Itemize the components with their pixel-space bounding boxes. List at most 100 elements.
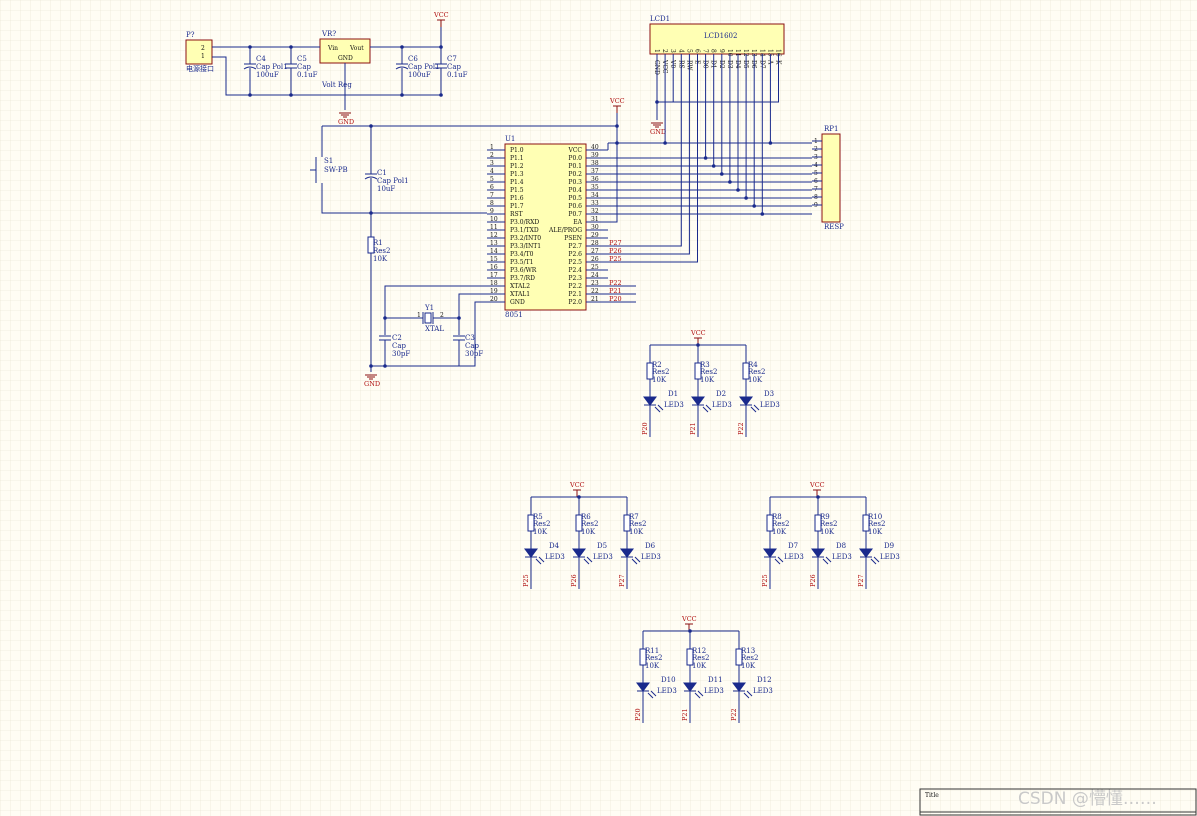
led-net-label: P26 [809, 574, 817, 587]
led-type: LED3 [545, 553, 565, 561]
mcu-pin-number: 7 [490, 192, 494, 199]
mcu-pin-name: P3.5/T1 [510, 259, 533, 266]
capacitor-value: 0.1uF [297, 71, 318, 79]
led-resistor-type: Res2 [652, 368, 669, 376]
capacitor-value: 0.1uF [447, 71, 468, 79]
mcu-pin-number: 17 [490, 272, 498, 279]
junction-dot [703, 156, 708, 160]
power-connector-pin: 1 [201, 53, 205, 60]
mcu-pin-name: EA [573, 219, 582, 226]
junction-dot [439, 93, 443, 97]
grid-background [0, 0, 1197, 816]
capacitor-type: Cap Pol1 [256, 63, 288, 71]
mcu-pin-number: 10 [490, 216, 498, 223]
junction-dot [744, 196, 748, 200]
mcu-pin-number: 39 [591, 152, 599, 159]
power-connector-pin: 2 [201, 45, 205, 52]
led-type: LED3 [784, 553, 804, 561]
mcu-pin-number: 22 [591, 288, 599, 295]
led-net-label: P27 [618, 574, 626, 587]
led-net-label: P22 [737, 422, 745, 435]
led-resistor-type: Res2 [772, 520, 789, 528]
mcu-pin-name: P2.1 [568, 291, 582, 298]
regulator-name: Volt Reg [321, 81, 352, 89]
junction-dot [711, 164, 716, 168]
watermark: CSDN @懵懂…… [1018, 789, 1157, 809]
c1-type: Cap Pol1 [377, 177, 409, 185]
lcd-pin-number: 3 [669, 49, 676, 53]
led-resistor-value: 10K [741, 662, 756, 670]
crystal-type: XTAL [425, 325, 444, 333]
mcu-pin-name: P0.3 [568, 179, 582, 186]
mcu-pin-number: 20 [490, 296, 498, 303]
mcu-pin-name: P0.5 [568, 195, 582, 202]
mcu-pin-name: XTAL2 [510, 283, 530, 290]
junction-dot [736, 188, 740, 192]
c3-ref: C3 [465, 334, 475, 342]
mcu-pin-number: 4 [490, 168, 494, 175]
led-type: LED3 [712, 401, 732, 409]
led-resistor-value: 10K [533, 528, 548, 536]
led-type: LED3 [760, 401, 780, 409]
mcu-pin-name: P1.1 [510, 155, 524, 162]
r1-value: 10K [373, 255, 388, 263]
junction-dot [439, 45, 443, 49]
lcd-pin-number: 4 [677, 49, 684, 53]
mcu-pin-number: 12 [490, 232, 498, 239]
junction-dot [383, 316, 387, 320]
led-resistor-value: 10K [629, 528, 644, 536]
capacitor-value: 100uF [408, 71, 431, 79]
lcd-pin-number: 7 [702, 49, 709, 53]
led-ref: D10 [661, 676, 676, 684]
mcu-pin-name: P1.7 [510, 203, 524, 210]
led-ref: D4 [549, 542, 560, 550]
mcu-pin-name: P0.1 [568, 163, 582, 170]
led-ref: D5 [597, 542, 607, 550]
lcd-pin-number: 6 [694, 49, 701, 53]
mcu-pin-name: P3.7/RD [510, 275, 535, 282]
led-net-label: P21 [681, 708, 689, 721]
resistor-pack-ref: RP1 [824, 125, 838, 133]
led-resistor-value: 10K [772, 528, 787, 536]
junction-dot [615, 124, 619, 128]
mcu-name: 8051 [505, 311, 523, 319]
mcu-ref: U1 [505, 135, 515, 143]
mcu-pin-number: 36 [591, 176, 599, 183]
c2-ref: C2 [392, 334, 402, 342]
mcu-pin-number: 23 [591, 280, 599, 287]
lcd-pin-number: 1 [653, 49, 660, 53]
junction-dot [457, 316, 461, 320]
led-resistor-type: Res2 [581, 520, 598, 528]
mcu-pin-name: P1.2 [510, 163, 524, 170]
led-net-label: P21 [689, 422, 697, 435]
vcc-label: VCC [690, 329, 706, 337]
mcu-pin-number: 21 [591, 296, 599, 303]
junction-dot [289, 45, 293, 49]
vcc-label: VCC [609, 97, 625, 105]
vcc-label: VCC [681, 615, 697, 623]
r1-ref: R1 [373, 239, 383, 247]
c2-value: 30pF [392, 350, 410, 358]
mcu-pin-number: 3 [490, 160, 494, 167]
mcu-pin-number: 38 [591, 160, 599, 167]
led-type: LED3 [753, 687, 773, 695]
mcu-pin-name: P1.4 [510, 179, 524, 186]
title-block-label: Title [925, 792, 939, 799]
led-resistor-value: 10K [820, 528, 835, 536]
led-resistor-value: 10K [581, 528, 596, 536]
mcu-pin-name: ALE/PROG [548, 227, 582, 234]
mcu-pin-name: P3.4/T0 [510, 251, 534, 258]
capacitor-type: Cap [297, 63, 312, 71]
mcu-pin-name: XTAL1 [510, 291, 530, 298]
led-resistor-type: Res2 [692, 654, 709, 662]
mcu-pin-name: P1.5 [510, 187, 524, 194]
junction-dot [369, 211, 373, 215]
mcu-pin-name: P1.0 [510, 147, 524, 154]
junction-dot [248, 93, 252, 97]
capacitor-ref: C5 [297, 55, 307, 63]
led-resistor-value: 10K [645, 662, 660, 670]
crystal-pin: 2 [440, 312, 444, 319]
mcu-pin-name: GND [510, 299, 525, 306]
schematic-sheet: P? 2 1 电源接口 VR? Vin Vout GND Volt Reg VCC GND C4 Cap… [0, 0, 1197, 816]
led-ref: D11 [708, 676, 723, 684]
